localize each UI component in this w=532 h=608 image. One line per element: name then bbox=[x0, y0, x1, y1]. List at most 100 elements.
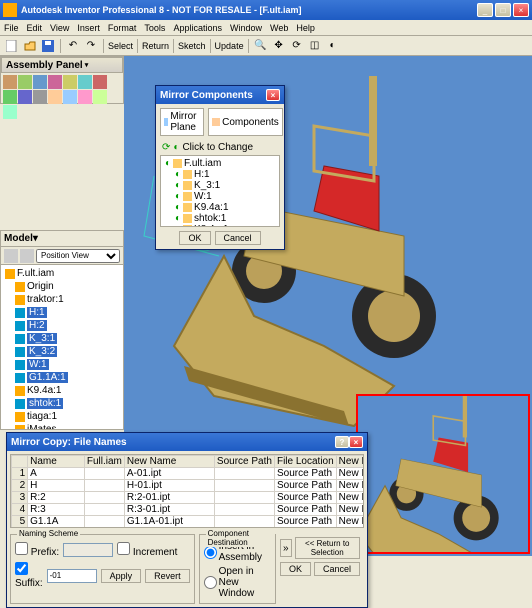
maximize-button[interactable]: □ bbox=[495, 3, 511, 17]
parameters-icon[interactable] bbox=[3, 105, 17, 119]
tree-item[interactable]: H:1 bbox=[3, 306, 121, 319]
pan-icon[interactable]: ✥ bbox=[271, 38, 287, 54]
open-new-window-radio[interactable]: Open in New Window bbox=[204, 566, 271, 599]
tree-item[interactable]: Origin bbox=[3, 280, 121, 293]
save-icon[interactable] bbox=[40, 38, 56, 54]
close-icon[interactable]: × bbox=[349, 436, 363, 448]
column-header[interactable]: New File bbox=[336, 456, 364, 468]
open-icon[interactable] bbox=[22, 38, 38, 54]
tree-item[interactable]: ◐K9.4a:1 bbox=[163, 202, 277, 213]
menu-file[interactable]: File bbox=[4, 23, 19, 33]
filter-icon[interactable] bbox=[4, 249, 18, 263]
select-label[interactable]: Select bbox=[108, 41, 133, 51]
tree-item[interactable]: H:2 bbox=[3, 319, 121, 332]
mirror-plane-tab[interactable]: Mirror Plane bbox=[160, 108, 204, 136]
column-header[interactable]: Source Path bbox=[214, 456, 274, 468]
components-tab[interactable]: Components bbox=[208, 108, 283, 136]
section-icon[interactable] bbox=[33, 90, 47, 104]
replace-icon[interactable] bbox=[93, 75, 107, 89]
tree-item[interactable]: iMates bbox=[3, 423, 121, 429]
click-to-change[interactable]: ⟳ ◐ Click to Change bbox=[160, 140, 280, 155]
menu-web[interactable]: Web bbox=[270, 23, 288, 33]
mirror-dialog-titlebar[interactable]: Mirror Components × bbox=[156, 86, 284, 104]
cancel-button[interactable]: Cancel bbox=[314, 562, 360, 576]
create-component-icon[interactable] bbox=[18, 75, 32, 89]
tree-item[interactable]: G1.1A:1 bbox=[3, 371, 121, 384]
tree-item[interactable]: tiaga:1 bbox=[3, 410, 121, 423]
mirror-icon[interactable] bbox=[48, 75, 62, 89]
mirror-tree[interactable]: ◐F.ult.iam◐H:1◐K_3:1◐W:1◐K9.4a:1◐shtok:1… bbox=[160, 155, 280, 227]
copy-icon[interactable] bbox=[63, 75, 77, 89]
tree-item[interactable]: ◐W:1 bbox=[163, 191, 277, 202]
bom-icon[interactable] bbox=[93, 90, 107, 104]
tree-item[interactable]: F.ult.iam bbox=[3, 267, 121, 280]
menu-view[interactable]: View bbox=[50, 23, 69, 33]
place-component-icon[interactable] bbox=[3, 75, 17, 89]
file-names-table[interactable]: NameFull.iamNew NameSource PathFile Loca… bbox=[11, 455, 364, 528]
cube-icon[interactable]: ◫ bbox=[307, 38, 323, 54]
ok-button[interactable]: OK bbox=[280, 562, 311, 576]
update-label[interactable]: Update bbox=[215, 41, 244, 51]
minimize-button[interactable]: _ bbox=[477, 3, 493, 17]
apply-button[interactable]: Apply bbox=[101, 569, 142, 583]
suffix-input[interactable] bbox=[47, 569, 97, 583]
tree-item[interactable]: ◐K8.4a:1 bbox=[163, 224, 277, 227]
tree-item[interactable]: ◐H:1 bbox=[163, 169, 277, 180]
tree-item[interactable]: ◐F.ult.iam bbox=[163, 158, 277, 169]
menu-format[interactable]: Format bbox=[108, 23, 137, 33]
workaxis-icon[interactable] bbox=[63, 90, 77, 104]
ok-button[interactable]: OK bbox=[179, 231, 210, 245]
revert-button[interactable]: Revert bbox=[145, 569, 190, 583]
sketch-label[interactable]: Sketch bbox=[178, 41, 206, 51]
pattern-icon[interactable] bbox=[33, 75, 47, 89]
workpoint-icon[interactable] bbox=[78, 90, 92, 104]
column-header[interactable] bbox=[12, 456, 28, 468]
menu-edit[interactable]: Edit bbox=[27, 23, 43, 33]
assembly-panel-title[interactable]: Assembly Panel ▾ bbox=[1, 57, 123, 73]
rotate-component-icon[interactable] bbox=[18, 90, 32, 104]
shade-icon[interactable]: ◐ bbox=[325, 38, 341, 54]
menu-tools[interactable]: Tools bbox=[144, 23, 165, 33]
tree-item[interactable]: K_3:2 bbox=[3, 345, 121, 358]
close-button[interactable]: × bbox=[513, 3, 529, 17]
model-panel-title[interactable]: Model ▾ bbox=[1, 231, 123, 247]
expand-dialog-icon[interactable]: » bbox=[280, 539, 292, 557]
table-row[interactable]: 2HH-01.iptSource PathNew File bbox=[12, 480, 365, 492]
table-row[interactable]: 6shtokshtok-01.iptSource PathNew File bbox=[12, 528, 365, 529]
menu-help[interactable]: Help bbox=[296, 23, 315, 33]
tree-item[interactable]: ◐shtok:1 bbox=[163, 213, 277, 224]
zoom-icon[interactable]: 🔍 bbox=[253, 38, 269, 54]
cancel-button[interactable]: Cancel bbox=[215, 231, 261, 245]
workplane-icon[interactable] bbox=[48, 90, 62, 104]
tree-item[interactable]: K9.4a:1 bbox=[3, 384, 121, 397]
tree-item[interactable]: shtok:1 bbox=[3, 397, 121, 410]
menu-applications[interactable]: Applications bbox=[173, 23, 222, 33]
redo-icon[interactable]: ↷ bbox=[83, 38, 99, 54]
move-icon[interactable] bbox=[3, 90, 17, 104]
tree-item[interactable]: ◐K_3:1 bbox=[163, 180, 277, 191]
tree-item[interactable]: traktor:1 bbox=[3, 293, 121, 306]
close-icon[interactable]: × bbox=[266, 89, 280, 101]
tree-item[interactable]: K_3:1 bbox=[3, 332, 121, 345]
help-icon[interactable]: ? bbox=[335, 436, 349, 448]
column-header[interactable]: Name bbox=[28, 456, 85, 468]
view-dropdown[interactable]: Position View bbox=[36, 249, 120, 263]
menu-insert[interactable]: Insert bbox=[77, 23, 100, 33]
return-label[interactable]: Return bbox=[142, 41, 169, 51]
copy-dialog-titlebar[interactable]: Mirror Copy: File Names ? × bbox=[7, 433, 367, 451]
table-row[interactable]: 4R:3R:3-01.iptSource PathNew File bbox=[12, 504, 365, 516]
new-icon[interactable] bbox=[4, 38, 20, 54]
table-row[interactable]: 5G1.1AG1.1A-01.iptSource PathNew File bbox=[12, 516, 365, 528]
rotate-icon[interactable]: ⟳ bbox=[289, 38, 305, 54]
tree-item[interactable]: W:1 bbox=[3, 358, 121, 371]
table-row[interactable]: 3R:2R:2-01.iptSource PathNew File bbox=[12, 492, 365, 504]
column-header[interactable]: File Location bbox=[274, 456, 336, 468]
prefix-input[interactable] bbox=[63, 543, 113, 557]
undo-icon[interactable]: ↶ bbox=[65, 38, 81, 54]
expand-icon[interactable] bbox=[20, 249, 34, 263]
suffix-checkbox[interactable]: Suffix: bbox=[15, 562, 43, 589]
column-header[interactable]: New Name bbox=[124, 456, 214, 468]
constrain-icon[interactable] bbox=[78, 75, 92, 89]
table-row[interactable]: 1AA-01.iptSource PathNew File bbox=[12, 468, 365, 480]
column-header[interactable]: Full.iam bbox=[84, 456, 124, 468]
